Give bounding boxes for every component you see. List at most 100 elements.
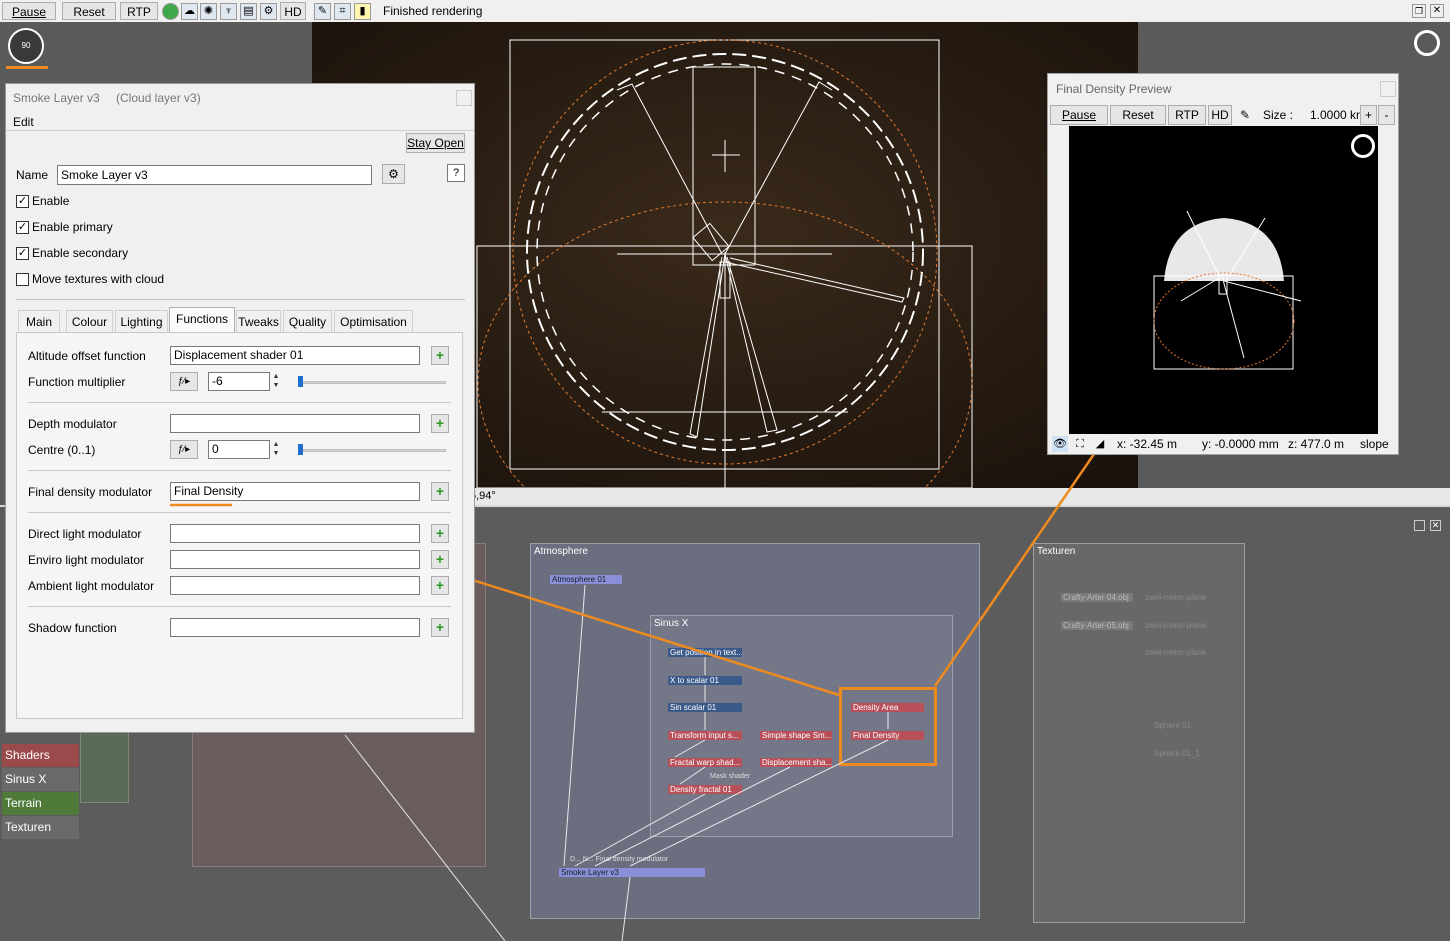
preview-title: Final Density Preview [1056,82,1172,96]
enable-secondary-label: Enable secondary [32,246,129,260]
final-density-add-icon[interactable]: + [431,482,449,501]
enviro-light-label: Enviro light modulator [28,553,145,567]
altitude-offset-label: Altitude offset function [28,349,146,363]
reset-button[interactable]: Reset [62,2,116,20]
final-density-field[interactable]: Final Density [170,482,420,501]
dialog-title: Smoke Layer v3 [13,91,100,105]
direct-light-label: Direct light modulator [28,527,142,541]
enable-primary-label: Enable primary [32,220,113,234]
light-icon[interactable]: ♆ [220,3,237,20]
preview-x-readout: x: -32.45 m [1117,437,1178,451]
compass-underline [6,66,48,69]
frame-icon[interactable]: ⛶ [1072,436,1088,452]
final-density-label: Final density modulator [28,485,153,499]
preview-target-icon[interactable] [1351,134,1375,158]
centre-slider-thumb[interactable] [298,444,303,455]
tab-quality[interactable]: Quality [283,310,332,332]
final-density-preview-window[interactable]: Final Density Preview Pause Reset RTP HD… [1047,73,1399,455]
gear-menu-icon[interactable]: ⚙ [382,164,405,184]
stay-open-button[interactable]: Stay Open [406,133,465,153]
preview-statusbar: 👁 ⛶ ◢ x: -32.45 m y: -0.0000 mm z: 477.0… [1048,434,1398,454]
help-button[interactable]: ? [447,164,465,182]
main-toolbar: Pause Reset RTP ☁ ✺ ♆ ▤ ⚙ HD ✎ ⌗ ▮ Finis… [0,0,1450,23]
rtp-button[interactable]: RTP [120,2,158,20]
zoom-in-button[interactable]: + [1360,105,1377,125]
tab-lighting[interactable]: Lighting [115,310,168,332]
ambient-light-field[interactable] [170,576,420,595]
crop-icon[interactable]: ⌗ [334,3,351,20]
preview-pause-button[interactable]: Pause [1050,105,1108,125]
preview-reset-button[interactable]: Reset [1110,105,1166,125]
enviro-light-add-icon[interactable]: + [431,550,449,569]
eye-icon[interactable]: 👁 [1052,436,1068,452]
compass-heading: 90 [21,41,31,50]
enviro-light-field[interactable] [170,550,420,569]
hd-button[interactable]: HD [280,2,306,20]
preview-rtp-button[interactable]: RTP [1168,105,1206,125]
separator-3 [28,512,451,513]
tab-main[interactable]: Main [18,310,60,332]
name-input[interactable]: Smoke Layer v3 [57,165,372,185]
preview-size-value: 1.0000 km [1310,108,1367,122]
preview-render [1153,210,1302,370]
smoke-layer-dialog[interactable]: Smoke Layer v3 (Cloud layer v3) Edit Sta… [5,83,475,733]
enable-secondary-checkbox[interactable]: ✓ [16,247,29,260]
enable-checkbox[interactable]: ✓ [16,195,29,208]
altitude-offset-field[interactable]: Displacement shader 01 [170,346,420,365]
shadow-function-field[interactable] [170,618,420,637]
pause-button[interactable]: Pause [2,2,56,20]
dialog-subtitle: (Cloud layer v3) [116,91,201,105]
direct-light-field[interactable] [170,524,420,543]
compass-icon[interactable]: 90 [8,28,44,64]
enable-primary-checkbox[interactable]: ✓ [16,221,29,234]
move-textures-checkbox[interactable] [16,273,29,286]
multiplier-slider[interactable] [298,381,446,384]
shadow-function-add-icon[interactable]: + [431,618,449,637]
sphere-icon[interactable] [162,3,179,20]
tab-functions[interactable]: Functions [169,307,235,333]
depth-modulator-add-icon[interactable]: + [431,414,449,433]
centre-input[interactable]: 0 [208,440,270,459]
zoom-out-button[interactable]: - [1378,105,1395,125]
brush-icon-preview[interactable]: ✎ [1240,108,1250,122]
depth-modulator-label: Depth modulator [28,417,117,431]
cloud-icon[interactable]: ☁ [181,3,198,20]
menu-edit[interactable]: Edit [13,115,34,129]
preview-close-icon[interactable] [1380,81,1396,97]
ambient-light-label: Ambient light modulator [28,579,155,593]
restore-icon[interactable]: ❐ [1412,4,1426,18]
ambient-light-add-icon[interactable]: + [431,576,449,595]
multiplier-slider-thumb[interactable] [298,376,303,387]
preview-hd-button[interactable]: HD [1208,105,1232,125]
centre-slider[interactable] [298,449,446,452]
centre-spin-arrows[interactable]: ▲ ▼ [271,440,281,459]
multiplier-spin-arrows[interactable]: ▲ ▼ [271,372,281,391]
camera-target-icon[interactable] [1414,30,1440,56]
checkbox-separator [16,299,465,300]
preview-z-readout: z: 477.0 m [1288,437,1345,451]
preview-slope-readout: slope [1360,437,1389,451]
centre-function-icon[interactable]: ƒ⁄▸ [170,440,198,459]
multiplier-function-icon[interactable]: ƒ⁄▸ [170,372,198,391]
close-icon[interactable]: ✕ [1430,4,1444,18]
bar-icon[interactable]: ▮ [354,3,371,20]
function-multiplier-input[interactable]: -6 [208,372,270,391]
direct-light-add-icon[interactable]: + [431,524,449,543]
layers-icon[interactable]: ▤ [240,3,257,20]
settings-icon[interactable]: ⚙ [260,3,277,20]
separator-4 [28,606,451,607]
tab-optimisation[interactable]: Optimisation [334,310,413,332]
move-textures-label: Move textures with cloud [32,272,165,286]
slope-icon[interactable]: ◢ [1092,436,1108,452]
brush-icon[interactable]: ✎ [314,3,331,20]
dialog-close-icon[interactable] [456,90,472,106]
tab-colour[interactable]: Colour [66,310,113,332]
depth-modulator-field[interactable] [170,414,420,433]
menu-separator [6,130,474,131]
tab-tweaks[interactable]: Tweaks [236,310,281,332]
preview-canvas[interactable] [1069,126,1378,434]
separator-1 [28,402,451,403]
shadow-function-label: Shadow function [28,621,117,635]
altitude-offset-add-icon[interactable]: + [431,346,449,365]
sun-icon[interactable]: ✺ [200,3,217,20]
